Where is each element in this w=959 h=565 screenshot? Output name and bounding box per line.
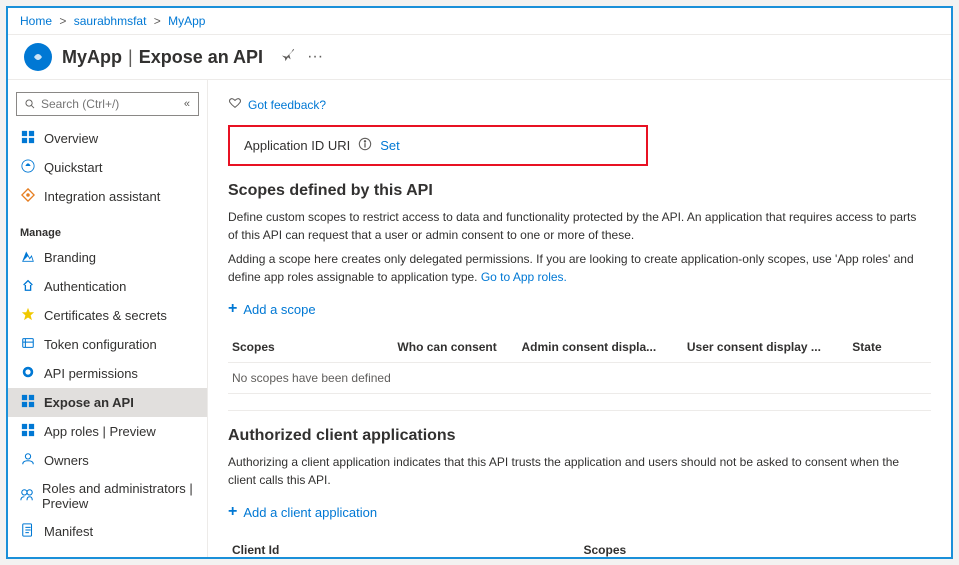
quickstart-icon [20,159,36,176]
manifest-icon [20,523,36,540]
add-scope-label: Add a scope [243,302,315,317]
scopes-title: Scopes defined by this API [228,182,931,200]
sidebar-item-integration[interactable]: Integration assistant [8,182,207,211]
breadcrumb: Home > saurabhmsfat > MyApp [8,8,951,35]
scopes-col-state: State [848,338,931,356]
manage-section-label: Manage [8,219,207,243]
sidebar-item-quickstart[interactable]: Quickstart [8,153,207,182]
sidebar-label-branding: Branding [44,250,96,265]
section-divider [228,410,931,411]
scopes-col-consent: Who can consent [393,338,517,356]
authorized-section: Authorized client applications Authorizi… [228,427,931,557]
app-header: MyApp|Expose an API ··· [8,35,951,80]
add-client-label: Add a client application [243,505,377,520]
roles-admin-icon [20,488,34,505]
app-id-uri-label: Application ID URI [244,138,350,153]
heart-icon [228,96,242,113]
add-scope-plus-icon: + [228,300,237,318]
app-icon [24,43,52,71]
sidebar-item-app-roles[interactable]: App roles | Preview [8,417,207,446]
sidebar-label-certificates: Certificates & secrets [44,308,167,323]
authentication-icon [20,278,36,295]
info-icon [358,137,372,154]
app-roles-icon [20,423,36,440]
sidebar-item-expose-api[interactable]: Expose an API [8,388,207,417]
search-input[interactable] [41,97,178,111]
breadcrumb-sep2: > [154,14,161,28]
more-icon[interactable]: ··· [307,48,323,66]
scopes-col-user-display: User consent display ... [683,338,848,356]
sidebar-item-roles-admin[interactable]: Roles and administrators | Preview [8,475,207,517]
owners-icon [20,452,36,469]
expose-api-icon [20,394,36,411]
search-box[interactable]: « [16,92,199,116]
add-client-plus-icon: + [228,503,237,521]
clients-col-scopes: Scopes [580,541,932,557]
breadcrumb-home[interactable]: Home [20,14,52,28]
sidebar-item-owners[interactable]: Owners [8,446,207,475]
sidebar-item-manifest[interactable]: Manifest [8,517,207,546]
sidebar-item-token[interactable]: Token configuration [8,330,207,359]
sidebar-item-overview[interactable]: Overview [8,124,207,153]
sidebar-item-api-permissions[interactable]: API permissions [8,359,207,388]
sidebar-label-quickstart: Quickstart [44,160,103,175]
sidebar-label-token: Token configuration [44,337,157,352]
page-app-name: MyApp|Expose an API [62,47,263,68]
sidebar-item-certificates[interactable]: Certificates & secrets [8,301,207,330]
scopes-desc1: Define custom scopes to restrict access … [228,208,928,244]
sidebar-label-roles-admin: Roles and administrators | Preview [42,481,195,511]
pin-icon[interactable] [281,48,295,66]
scopes-table-header: Scopes Who can consent Admin consent dis… [228,332,931,363]
branding-icon [20,249,36,266]
collapse-icon[interactable]: « [184,98,190,110]
authorized-desc: Authorizing a client application indicat… [228,453,928,489]
feedback-bar: Got feedback? [228,96,931,113]
go-to-app-roles-link[interactable]: Go to App roles. [481,270,567,284]
search-icon [25,98,35,110]
header-actions: ··· [281,48,323,66]
add-client-button[interactable]: + Add a client application [228,497,377,527]
support-section-label: Support + Troubleshooting [8,554,207,557]
clients-col-id: Client Id [228,541,580,557]
breadcrumb-company[interactable]: saurabhmsfat [74,14,147,28]
overview-icon [20,130,36,147]
sidebar-item-authentication[interactable]: Authentication [8,272,207,301]
sidebar-label-authentication: Authentication [44,279,126,294]
scopes-desc2: Adding a scope here creates only delegat… [228,250,928,286]
content-area: Got feedback? Application ID URI Set Sco… [208,80,951,557]
api-permissions-icon [20,365,36,382]
certificates-icon [20,307,36,324]
feedback-label[interactable]: Got feedback? [248,98,326,112]
breadcrumb-app[interactable]: MyApp [168,14,205,28]
sidebar-label-api-permissions: API permissions [44,366,138,381]
scopes-col-admin-display: Admin consent displa... [517,338,682,356]
sidebar: « Overview Quickstart Integration assis [8,80,208,557]
app-id-uri-box: Application ID URI Set [228,125,648,166]
sidebar-label-expose-api: Expose an API [44,395,134,410]
sidebar-item-branding[interactable]: Branding [8,243,207,272]
authorized-title: Authorized client applications [228,427,931,445]
sidebar-label-integration: Integration assistant [44,189,160,204]
token-icon [20,336,36,353]
sidebar-label-manifest: Manifest [44,524,93,539]
integration-icon [20,188,36,205]
clients-table-header: Client Id Scopes [228,535,931,557]
scopes-empty-message: No scopes have been defined [228,363,931,394]
set-link[interactable]: Set [380,138,400,153]
sidebar-label-overview: Overview [44,131,98,146]
scopes-col-scopes: Scopes [228,338,393,356]
add-scope-button[interactable]: + Add a scope [228,294,316,324]
scopes-section: Scopes defined by this API Define custom… [228,182,931,394]
breadcrumb-sep1: > [59,14,66,28]
sidebar-label-app-roles: App roles | Preview [44,424,156,439]
sidebar-label-owners: Owners [44,453,89,468]
